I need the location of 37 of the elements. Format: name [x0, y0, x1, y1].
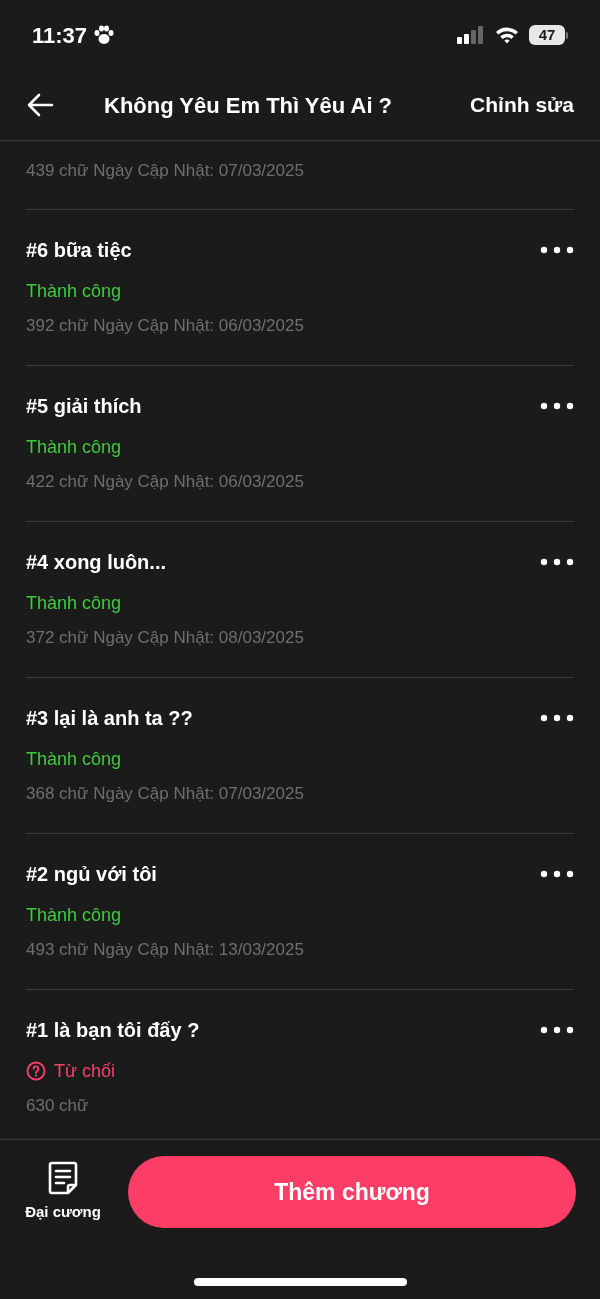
chapter-title[interactable]: #5 giải thích	[26, 392, 142, 420]
status-time: 11:37	[32, 21, 88, 50]
chapter-status: Thành công	[26, 280, 122, 303]
wifi-icon	[495, 26, 519, 44]
back-icon[interactable]	[26, 93, 54, 117]
chapter-title[interactable]: #1 là bạn tôi đấy ?	[26, 1016, 200, 1044]
chapter-meta: 439 chữ Ngày Cập Nhật: 07/03/2025	[26, 160, 305, 182]
chapter-meta: 368 chữ Ngày Cập Nhật: 07/03/2025	[26, 783, 305, 805]
chapter-title[interactable]: #4 xong luôn...	[26, 548, 166, 576]
more-icon[interactable]	[540, 1026, 574, 1034]
question-icon	[26, 1061, 46, 1081]
chapter-title[interactable]: #6 bữa tiệc	[26, 236, 132, 264]
paw-icon	[93, 25, 116, 45]
more-icon[interactable]	[540, 870, 574, 878]
document-icon	[47, 1160, 79, 1195]
chapter-status: Thành công	[26, 436, 122, 459]
chapter-meta: 372 chữ Ngày Cập Nhật: 08/03/2025	[26, 627, 305, 649]
signal-icon	[457, 26, 485, 44]
chapter-meta: 422 chữ Ngày Cập Nhật: 06/03/2025	[26, 471, 305, 493]
chapter-title[interactable]: #3 lại là anh ta ??	[26, 704, 193, 732]
more-icon[interactable]	[540, 714, 574, 722]
chapter-status: Từ chối	[54, 1060, 116, 1083]
add-chapter-button[interactable]: Thêm chương	[128, 1156, 576, 1228]
battery-level: 47	[537, 25, 557, 45]
page-title: Không Yêu Em Thì Yêu Ai ?	[104, 91, 393, 120]
chapter-status: Thành công	[26, 904, 122, 927]
chapter-meta: 630 chữ	[26, 1095, 90, 1117]
edit-link[interactable]: Chỉnh sửa	[470, 89, 574, 121]
chapter-meta: 493 chữ Ngày Cập Nhật: 13/03/2025	[26, 939, 305, 961]
chapter-status: Thành công	[26, 748, 122, 771]
outline-button[interactable]: Đại cương	[24, 1160, 102, 1224]
chapter-meta: 392 chữ Ngày Cập Nhật: 06/03/2025	[26, 315, 305, 337]
more-icon[interactable]	[540, 558, 574, 566]
chapter-title[interactable]: #2 ngủ với tôi	[26, 860, 157, 888]
more-icon[interactable]	[540, 246, 574, 254]
more-icon[interactable]	[540, 402, 574, 410]
chapter-status: Thành công	[26, 592, 122, 615]
